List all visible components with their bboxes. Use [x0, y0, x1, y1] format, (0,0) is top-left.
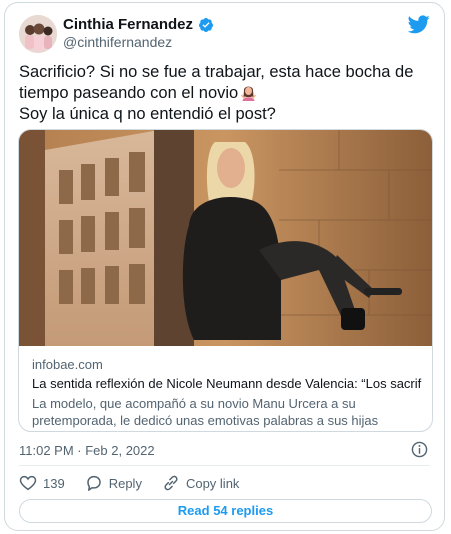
author-handle[interactable]: @cinthifernandez: [63, 34, 172, 50]
read-replies-button[interactable]: Read 54 replies: [19, 499, 432, 523]
woman-sitting-photo: [19, 130, 432, 346]
reply-icon: [86, 475, 101, 491]
like-count: 139: [43, 475, 65, 491]
copy-link-button[interactable]: Copy link: [162, 474, 239, 492]
link-domain: infobae.com: [32, 357, 103, 372]
info-icon[interactable]: [411, 441, 428, 463]
tweet-timestamp[interactable]: 11:02 PM · Feb 2, 2022: [19, 443, 155, 458]
tweet-line-2: tiempo paseando con el novio: [19, 84, 239, 102]
link-title: La sentida reflexión de Nicole Neumann d…: [32, 376, 422, 391]
verified-badge-icon: [199, 17, 214, 32]
profile-photo: [19, 15, 57, 53]
tweet-line-3: Soy la única q no entendió el post?: [19, 105, 276, 123]
author-name-row: Cinthia Fernandez: [63, 16, 214, 33]
tweet-card: Cinthia Fernandez @cinthifernandez Sacri…: [4, 2, 445, 531]
tweet-line-2-wrap: tiempo paseando con el novio: [19, 83, 434, 104]
author-name[interactable]: Cinthia Fernandez: [63, 16, 193, 33]
woman-shrugging-emoji-icon: [241, 86, 257, 101]
heart-icon: [19, 475, 37, 491]
action-bar: 139 Reply Copy link: [19, 474, 259, 492]
twitter-bird-icon[interactable]: [407, 15, 430, 39]
link-description: La modelo, que acompañó a su novio Manu …: [32, 396, 379, 428]
avatar[interactable]: [19, 15, 57, 53]
reply-button[interactable]: Reply: [85, 474, 142, 492]
tweet-text: Sacrificio? Si no se fue a trabajar, est…: [19, 62, 434, 125]
link-card[interactable]: infobae.com La sentida reflexión de Nico…: [18, 129, 433, 432]
divider: [19, 465, 430, 466]
tweet-line-1: Sacrificio? Si no se fue a trabajar, est…: [19, 63, 414, 81]
copy-link-label: Copy link: [185, 475, 240, 491]
like-button[interactable]: 139: [19, 474, 65, 492]
reply-label: Reply: [108, 475, 142, 491]
link-icon: [164, 475, 178, 491]
